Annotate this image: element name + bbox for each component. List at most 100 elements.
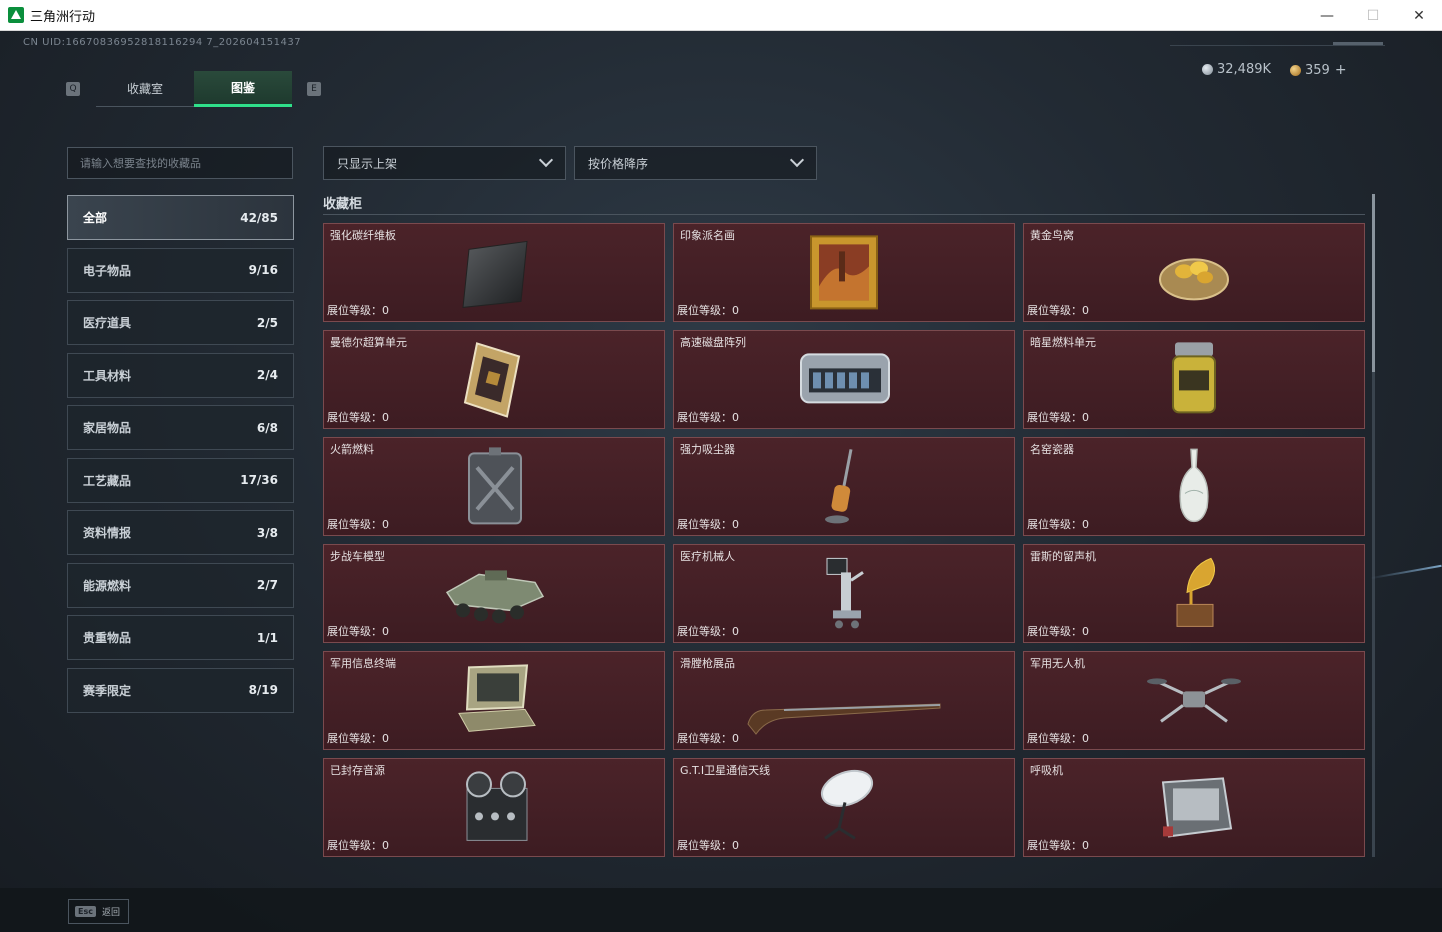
card-level: 展位等级：0 [1027, 411, 1089, 424]
card-name: 强化碳纤维板 [330, 229, 396, 242]
vacuum-icon [825, 448, 853, 523]
silver-amount: 32,489K [1217, 62, 1272, 77]
category-count: 9/16 [248, 263, 278, 277]
category-label: 电子物品 [83, 263, 132, 278]
uid-label: CN UID:16670836952818116294 7_2026041514… [23, 37, 302, 48]
card-name: 曼德尔超算单元 [330, 336, 407, 349]
tab-collection-room[interactable]: 收藏室 [96, 71, 194, 107]
collection-card[interactable]: 医疗机械人 展位等级：0 [673, 544, 1015, 643]
collection-card[interactable]: 黄金鸟窝 展位等级：0 [1023, 223, 1365, 322]
scrollbar-thumb[interactable] [1372, 194, 1375, 372]
ventilator-icon [1161, 776, 1233, 838]
card-name: 高速磁盘阵列 [680, 336, 746, 349]
card-level: 展位等级：0 [1027, 625, 1089, 638]
category-count: 8/19 [248, 683, 278, 697]
collection-card[interactable]: 曼德尔超算单元 展位等级：0 [323, 330, 665, 429]
category-label: 医疗道具 [83, 316, 132, 330]
collection-card[interactable]: 强力吸尘器 展位等级：0 [673, 437, 1015, 536]
painting-icon [810, 234, 878, 309]
collection-card[interactable]: 名窑瓷器 展位等级：0 [1023, 437, 1365, 536]
card-level: 展位等级：0 [327, 411, 389, 424]
collection-card[interactable]: G.T.I卫星通信天线 展位等级：0 [673, 758, 1015, 857]
category-count: 42/85 [240, 210, 278, 225]
bottom-bar [0, 888, 1442, 932]
collection-card[interactable]: 高速磁盘阵列 展位等级：0 [673, 330, 1015, 429]
category-label: 资料情报 [83, 526, 132, 540]
minimize-button[interactable]: — [1304, 0, 1350, 31]
card-name: 名窑瓷器 [1030, 443, 1074, 456]
section-title: 收藏柜 [323, 197, 363, 212]
chevron-down-icon [789, 152, 805, 168]
collection-card[interactable]: 火箭燃料 展位等级：0 [323, 437, 665, 536]
back-button[interactable]: Esc 返回 [68, 899, 129, 924]
sort-value: 按价格降序 [588, 156, 649, 171]
card-level: 展位等级：0 [327, 304, 389, 317]
satellite-dish-icon [820, 769, 874, 840]
category-count: 6/8 [256, 420, 278, 435]
header-accent [1333, 42, 1383, 45]
esc-key-icon: Esc [75, 906, 96, 917]
drone-icon [1147, 677, 1241, 723]
add-currency-button[interactable]: + [1335, 62, 1347, 78]
category-label: 贵重物品 [83, 631, 132, 645]
medical-robot-icon [826, 557, 864, 628]
category-electronics[interactable]: 电子物品 9/16 [67, 247, 294, 293]
musket-icon [747, 703, 941, 735]
collection-card[interactable]: 滑膛枪展品 展位等级：0 [673, 651, 1015, 750]
card-name: 火箭燃料 [330, 443, 374, 456]
window-controls: — ☐ ✕ [1304, 0, 1442, 31]
card-level: 展位等级：0 [677, 304, 739, 317]
window-title: 三角洲行动 [30, 9, 96, 25]
category-household[interactable]: 家居物品 6/8 [67, 405, 294, 450]
category-all[interactable]: 全部 42/85 [67, 195, 294, 240]
category-medical[interactable]: 医疗道具 2/5 [67, 300, 294, 345]
collection-card[interactable]: 步战车模型 展位等级：0 [323, 544, 665, 643]
app-logo-icon [8, 7, 24, 23]
category-label: 工具材料 [83, 368, 132, 383]
back-label: 返回 [101, 908, 120, 918]
porcelain-vase-icon [1179, 448, 1209, 522]
collection-card[interactable]: 雷斯的留声机 展位等级：0 [1023, 544, 1365, 643]
collection-card[interactable]: 强化碳纤维板 展位等级：0 [323, 223, 665, 322]
collection-card[interactable]: 已封存音源 展位等级：0 [323, 758, 665, 857]
category-crafts[interactable]: 工艺藏品 17/36 [67, 457, 294, 503]
card-level: 展位等级：0 [1027, 518, 1089, 531]
category-label: 能源燃料 [83, 578, 132, 593]
search-input[interactable] [80, 156, 280, 170]
category-season[interactable]: 赛季限定 8/19 [67, 667, 294, 713]
category-list: 全部 42/85 电子物品 9/16 医疗道具 2/5 工具材料 2/4 家居物… [67, 195, 294, 720]
collection-card[interactable]: 暗星燃料单元 展位等级：0 [1023, 330, 1365, 429]
tab-catalog[interactable]: 图鉴 [194, 71, 292, 107]
card-level: 展位等级：0 [327, 732, 389, 745]
category-label: 工艺藏品 [83, 473, 132, 488]
collection-grid: 强化碳纤维板 展位等级：0 印象派名画 展位等级：0 黄金鸟窝 展位等级：0 曼… [323, 223, 1365, 857]
card-name: 滑膛枪展品 [680, 657, 735, 670]
card-name: 军用信息终端 [330, 657, 396, 670]
card-name: 暗星燃料单元 [1030, 336, 1096, 349]
card-level: 展位等级：0 [327, 625, 389, 638]
category-energy[interactable]: 能源燃料 2/7 [67, 562, 294, 608]
collection-card[interactable]: 军用信息终端 展位等级：0 [323, 651, 665, 750]
collection-card[interactable]: 呼吸机 展位等级：0 [1023, 758, 1365, 857]
category-tools[interactable]: 工具材料 2/4 [67, 352, 294, 398]
golden-nest-icon [1159, 257, 1229, 300]
close-button[interactable]: ✕ [1396, 0, 1442, 31]
collection-card[interactable]: 印象派名画 展位等级：0 [673, 223, 1015, 322]
chevron-down-icon [538, 152, 554, 168]
card-name: 强力吸尘器 [680, 443, 735, 456]
category-count: 1/1 [256, 630, 278, 645]
category-valuables[interactable]: 贵重物品 1/1 [67, 615, 294, 660]
background-light-streak [1370, 564, 1442, 580]
maximize-button[interactable]: ☐ [1350, 0, 1396, 31]
header-divider [1170, 45, 1385, 46]
fuel-can-icon [468, 446, 522, 524]
show-filter-value: 只显示上架 [337, 156, 398, 171]
sort-dropdown[interactable]: 按价格降序 [574, 146, 817, 180]
card-level: 展位等级：0 [677, 839, 739, 852]
category-intel[interactable]: 资料情报 3/8 [67, 510, 294, 555]
show-filter-dropdown[interactable]: 只显示上架 [323, 146, 566, 180]
collection-card[interactable]: 军用无人机 展位等级：0 [1023, 651, 1365, 750]
card-level: 展位等级：0 [1027, 839, 1089, 852]
card-level: 展位等级：0 [327, 839, 389, 852]
category-count: 2/7 [256, 578, 278, 592]
